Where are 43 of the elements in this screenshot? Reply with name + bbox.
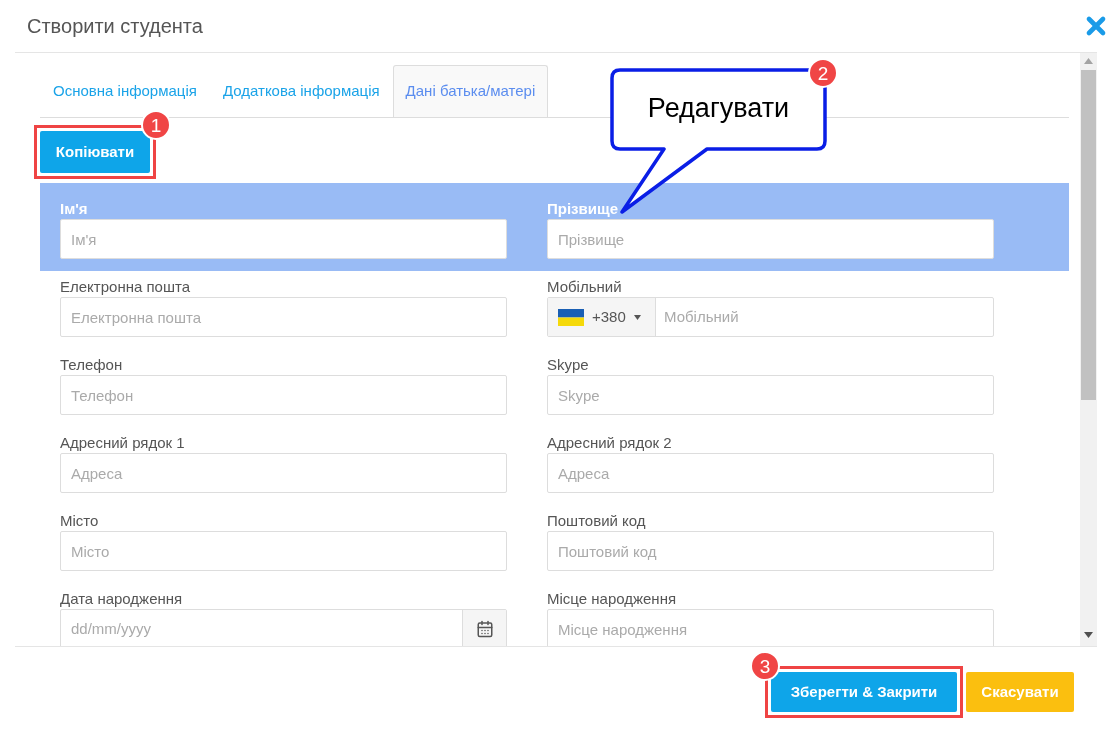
input-field[interactable]: Поштовий код [547, 531, 994, 571]
save-button[interactable]: Зберегти & Закрити [771, 672, 957, 712]
scroll-up-icon[interactable] [1084, 58, 1093, 64]
field-label: Місто [60, 512, 99, 529]
number-badge: 1 [141, 110, 171, 140]
field-label: Ім'я [60, 200, 88, 217]
input-field[interactable]: Мобільний [656, 298, 993, 336]
field-label: Skype [547, 356, 589, 373]
field-label: Поштовий код [547, 512, 646, 529]
field-label: Адресний рядок 1 [60, 434, 185, 451]
flag-icon [558, 308, 584, 326]
number-badge: 2 [808, 58, 838, 88]
callout-text: Редагувати [646, 92, 791, 125]
field-label: Прізвище [547, 200, 618, 217]
field-label: Місце народження [547, 590, 677, 607]
input-field[interactable]: Skype [547, 375, 994, 415]
input-field[interactable]: Адреса [60, 453, 507, 493]
field-label: Електронна пошта [60, 278, 190, 295]
country-code: +380 [592, 306, 626, 327]
copy-button[interactable]: Копіювати [40, 131, 150, 173]
input-field[interactable]: Ім'я [60, 219, 507, 259]
number-badge: 3 [750, 651, 780, 681]
calendar-icon [475, 620, 494, 638]
input-field[interactable]: Телефон [60, 375, 507, 415]
country-code-selector[interactable]: +380 [548, 298, 656, 336]
dialog-title: Створити студента [27, 14, 203, 39]
input-field[interactable]: Місто [60, 531, 507, 571]
scrollbar[interactable] [1080, 53, 1097, 646]
caret-icon [633, 314, 641, 320]
phone-field[interactable]: +380 Мобільний [547, 297, 994, 337]
field-label: Мобільний [547, 278, 622, 295]
calendar-button[interactable] [462, 610, 506, 646]
tab[interactable]: Додаткова інформація [209, 65, 393, 117]
field-label: Адресний рядок 2 [547, 434, 672, 451]
field-label: Телефон [60, 356, 123, 373]
input-field[interactable]: Електронна пошта [60, 297, 507, 337]
input-field[interactable]: Адреса [547, 453, 994, 493]
tab[interactable]: Дані батька/матері [392, 65, 549, 117]
field-label: Дата народження [60, 590, 183, 607]
input-field[interactable]: Прізвище [547, 219, 994, 259]
scroll-down-icon[interactable] [1084, 632, 1093, 638]
input-field[interactable]: Місце народження [547, 609, 994, 646]
cancel-button[interactable]: Скасувати [966, 672, 1074, 712]
